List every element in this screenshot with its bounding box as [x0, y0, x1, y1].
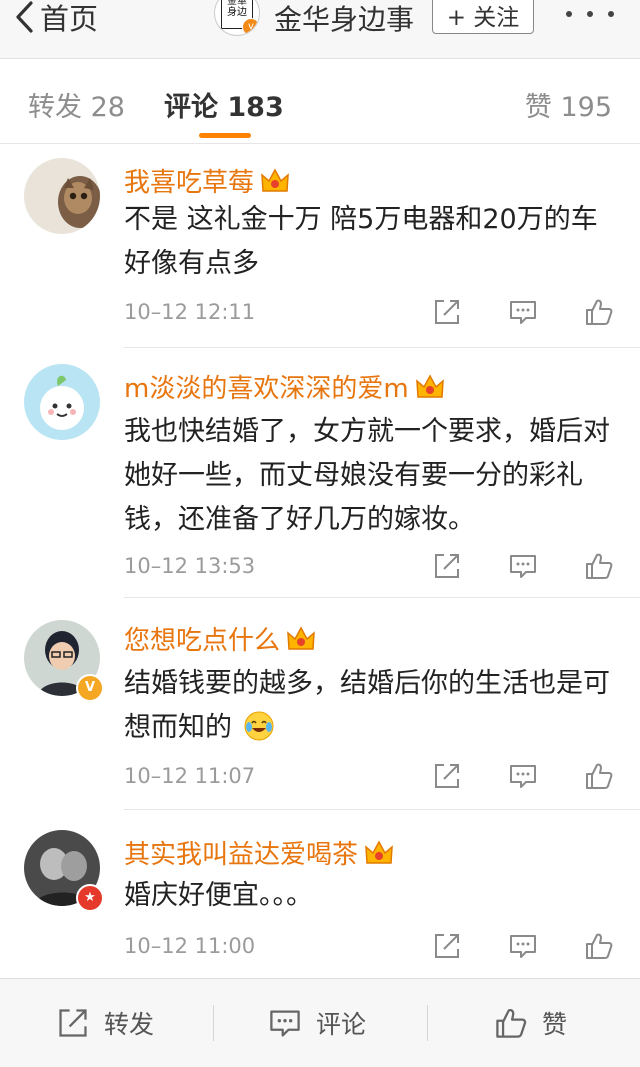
comment-actions [432, 760, 614, 792]
account-name[interactable]: 金华身边事 [274, 0, 414, 38]
repost-icon[interactable] [432, 297, 462, 327]
username-text[interactable]: 您想吃点什么 [124, 620, 280, 657]
comment-text: 结婚钱要的越多，结婚后你的生活也是可想而知的 [124, 662, 614, 750]
comment-username[interactable]: 我喜吃草莓 [124, 162, 290, 199]
comment-button[interactable]: 评论 [268, 979, 366, 1067]
member-crown-icon [415, 373, 444, 398]
comment-text-content: 结婚钱要的越多，结婚后你的生活也是可想而知的 [124, 668, 610, 743]
comment-text: 我也快结婚了，女方就一个要求，婚后对她好一些，而丈母娘没有要一分的彩礼钱，还准备… [124, 416, 610, 535]
comment-icon[interactable] [508, 551, 538, 581]
like-icon[interactable] [584, 551, 614, 581]
comment-actions [432, 296, 614, 328]
like-button[interactable]: 赞 [494, 979, 567, 1067]
username-text[interactable]: m淡淡的喜欢深深的爱m [124, 368, 409, 405]
tab-repost[interactable]: 转发 28 [28, 85, 125, 124]
comment-time: 10–12 11:00 [124, 934, 256, 958]
verified-badge-icon: v [242, 18, 259, 35]
comment-icon[interactable] [508, 931, 538, 961]
tab-like[interactable]: 赞 195 [525, 85, 612, 124]
comment-item: V 您想吃点什么 结婚钱要的越多，结婚后你的生活也是可想而知的 10–12 11… [0, 598, 640, 810]
comment-text: 婚庆好便宜。。。 [124, 880, 313, 911]
like-icon[interactable] [584, 931, 614, 961]
bottom-divider [427, 1005, 428, 1041]
member-crown-icon [261, 167, 289, 192]
comment-item: 我喜吃草莓 不是 这礼金十万 陪5万电器和20万的车 好像有点多 10–12 1… [0, 144, 640, 348]
tab-comment[interactable]: 评论 183 [164, 85, 284, 124]
comment-username[interactable]: m淡淡的喜欢深深的爱m [124, 368, 445, 405]
comment-time: 10–12 12:11 [124, 300, 256, 324]
comment-time: 10–12 11:07 [124, 764, 256, 788]
repost-icon[interactable] [432, 551, 462, 581]
follow-button[interactable]: + 关注 [432, 0, 534, 34]
username-text[interactable]: 其实我叫益达爱喝茶 [124, 834, 358, 871]
comment-actions [432, 930, 614, 962]
back-label: 首页 [40, 2, 99, 36]
like-icon[interactable] [584, 297, 614, 327]
repost-icon[interactable] [432, 761, 462, 791]
comment-time: 10–12 13:53 [124, 554, 256, 578]
active-tab-indicator [199, 133, 251, 138]
member-crown-icon [287, 625, 315, 650]
username-text[interactable]: 我喜吃草莓 [124, 162, 254, 199]
tab-bar: 转发 28 评论 183 赞 195 [0, 59, 640, 144]
comment-item: m淡淡的喜欢深深的爱m 我也快结婚了，女方就一个要求，婚后对她好一些，而丈母娘没… [0, 348, 640, 598]
like-label: 赞 [542, 1010, 568, 1039]
laugh-cry-emoji-icon [244, 711, 274, 741]
repost-label: 转发 [104, 1010, 155, 1039]
comment-label: 评论 [316, 1010, 367, 1039]
like-icon[interactable] [584, 761, 614, 791]
comment-icon[interactable] [508, 297, 538, 327]
comment-actions [432, 550, 614, 582]
account-avatar[interactable]: 金華 身边 v [214, 0, 260, 36]
comment-icon[interactable] [508, 761, 538, 791]
member-crown-icon [365, 839, 393, 864]
avatar[interactable] [24, 158, 100, 234]
account-info[interactable]: 金華 身边 v 金华身边事 [214, 0, 414, 36]
more-icon[interactable] [566, 4, 614, 24]
repost-icon[interactable] [432, 931, 462, 961]
comment-icon [270, 1010, 300, 1037]
comment-username[interactable]: 其实我叫益达爱喝茶 [124, 834, 394, 871]
avatar[interactable] [24, 364, 100, 440]
back-button[interactable]: 首页 [14, 0, 98, 36]
chevron-left-icon [16, 1, 33, 33]
comment-item: ★ 其实我叫益达爱喝茶 婚庆好便宜。。。 10–12 11:00 [0, 810, 640, 978]
bottom-divider [213, 1005, 214, 1041]
verified-badge-icon: V [76, 674, 104, 702]
bottom-action-bar: 转发 评论 赞 [0, 978, 640, 1067]
top-nav-bar: 首页 金華 身边 v 金华身边事 + 关注 [0, 0, 640, 59]
comment-text: 不是 这礼金十万 陪5万电器和20万的车 好像有点多 [124, 204, 598, 279]
verified-badge-icon: ★ [76, 884, 104, 912]
repost-icon [59, 1009, 87, 1037]
repost-button[interactable]: 转发 [56, 979, 154, 1067]
like-icon [496, 1008, 527, 1038]
comment-username[interactable]: 您想吃点什么 [124, 620, 316, 657]
more-dot [608, 11, 614, 17]
more-dot [566, 11, 572, 17]
more-dot [587, 11, 593, 17]
